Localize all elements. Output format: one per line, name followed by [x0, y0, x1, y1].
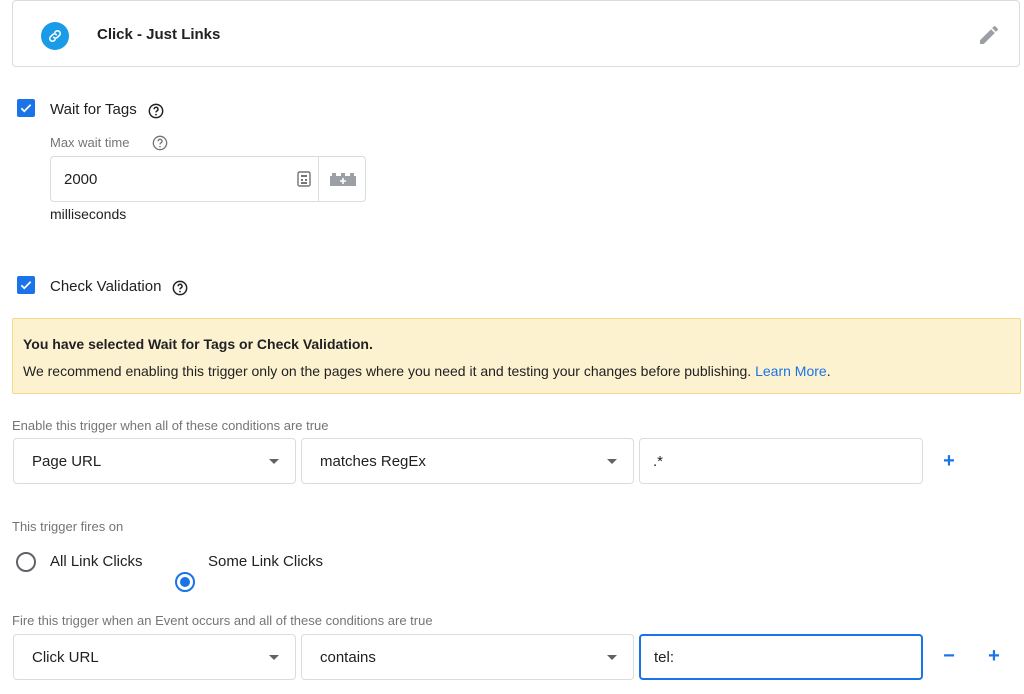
link-icon: [41, 22, 69, 50]
fire-variable-value: Click URL: [32, 649, 99, 666]
add-enable-condition-button[interactable]: +: [939, 450, 959, 473]
add-fire-condition-button[interactable]: +: [984, 645, 1004, 668]
fire-value-input[interactable]: [641, 636, 921, 678]
wait-unit-label: milliseconds: [50, 206, 127, 222]
max-wait-field: [50, 156, 366, 202]
check-validation-label: Check Validation: [50, 278, 162, 295]
max-wait-label: Max wait time: [50, 135, 130, 150]
fire-conditions-label: Fire this trigger when an Event occurs a…: [12, 613, 433, 628]
help-icon[interactable]: [152, 135, 168, 151]
fire-value-field: [639, 634, 923, 680]
enable-operator-select[interactable]: matches RegEx: [301, 438, 634, 484]
wait-for-tags-checkbox[interactable]: [17, 99, 35, 117]
check-validation-checkbox[interactable]: [17, 276, 35, 294]
help-icon[interactable]: [172, 280, 188, 296]
warning-title: You have selected Wait for Tags or Check…: [23, 336, 373, 352]
caret-down-icon: [269, 655, 279, 660]
enable-value-input[interactable]: [640, 439, 922, 483]
warning-body: We recommend enabling this trigger only …: [23, 363, 831, 379]
calculator-icon: [297, 171, 311, 191]
checkmark-icon: [20, 281, 32, 290]
caret-down-icon: [607, 459, 617, 464]
trigger-type-name: Click - Just Links: [97, 26, 221, 43]
variable-icon: [329, 173, 356, 186]
remove-fire-condition-button[interactable]: −: [939, 645, 959, 668]
enable-variable-value: Page URL: [32, 453, 102, 470]
checkmark-icon: [20, 104, 32, 113]
pencil-icon[interactable]: [977, 23, 1001, 47]
validation-warning: You have selected Wait for Tags or Check…: [12, 318, 1021, 394]
enable-variable-select[interactable]: Page URL: [13, 438, 296, 484]
all-link-clicks-radio[interactable]: [16, 552, 36, 572]
fire-variable-select[interactable]: Click URL: [13, 634, 296, 680]
fire-operator-value: contains: [320, 649, 376, 666]
fires-on-label: This trigger fires on: [12, 519, 124, 534]
wait-for-tags-label: Wait for Tags: [50, 101, 137, 118]
all-link-clicks-label: All Link Clicks: [50, 553, 143, 570]
some-link-clicks-radio[interactable]: [175, 572, 195, 592]
warning-text: We recommend enabling this trigger only …: [23, 363, 752, 379]
enable-operator-value: matches RegEx: [320, 453, 426, 470]
enable-conditions-label: Enable this trigger when all of these co…: [12, 418, 329, 433]
fire-operator-select[interactable]: contains: [301, 634, 634, 680]
help-icon[interactable]: [148, 103, 164, 119]
max-wait-input[interactable]: [51, 157, 317, 201]
trigger-type-card[interactable]: Click - Just Links: [12, 0, 1020, 67]
insert-variable-button[interactable]: [318, 157, 366, 201]
caret-down-icon: [269, 459, 279, 464]
some-link-clicks-label: Some Link Clicks: [208, 553, 324, 570]
caret-down-icon: [607, 655, 617, 660]
learn-more-link[interactable]: Learn More: [755, 363, 827, 379]
enable-value-field: [639, 438, 923, 484]
